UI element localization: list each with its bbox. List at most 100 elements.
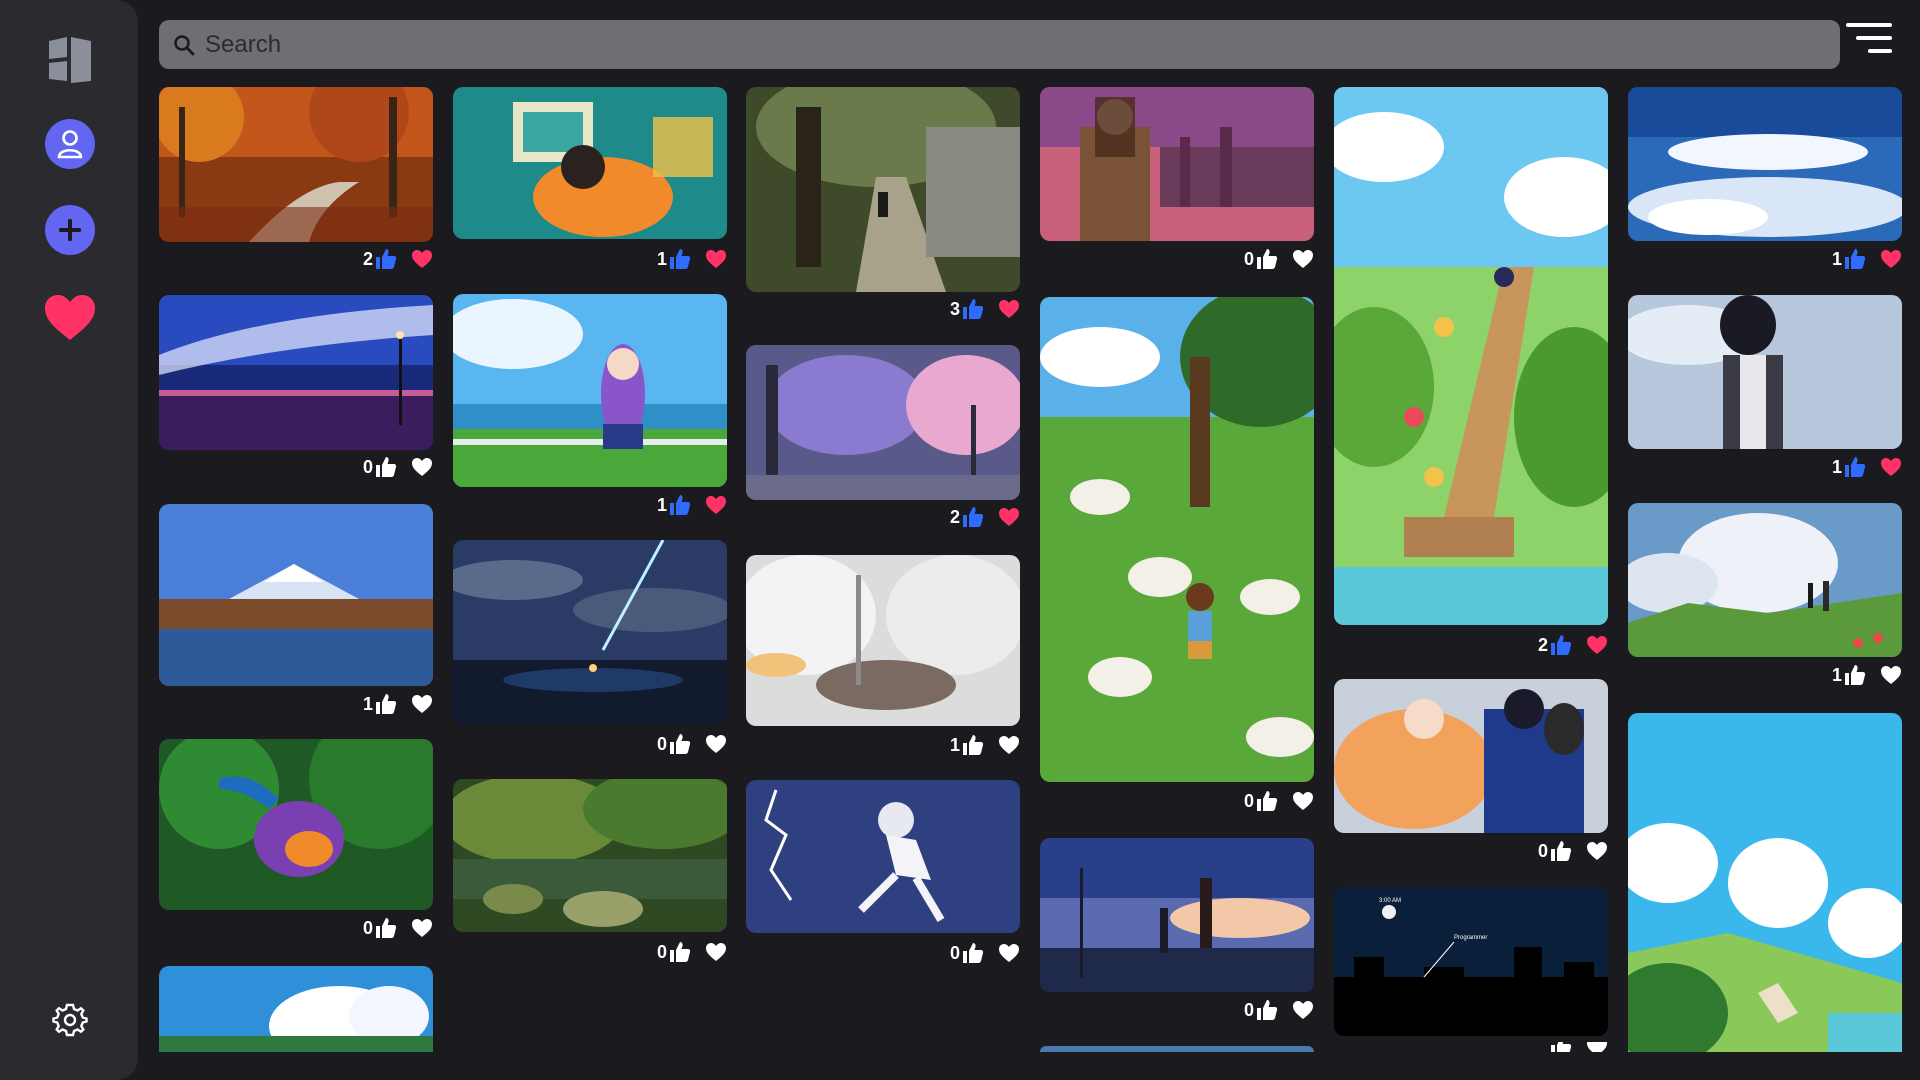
wallpaper-thumbnail[interactable] <box>1628 87 1902 241</box>
filter-menu-button[interactable] <box>1846 20 1892 56</box>
heart-icon[interactable] <box>1586 634 1608 656</box>
card-stats <box>1548 1042 1608 1052</box>
thumbs-up-icon[interactable] <box>669 733 691 755</box>
thumbs-up-icon[interactable] <box>1844 456 1866 478</box>
profile-button[interactable] <box>44 118 96 170</box>
wallpaper-thumbnail[interactable] <box>1040 297 1314 782</box>
search-bar <box>159 20 1840 69</box>
heart-icon[interactable] <box>998 734 1020 756</box>
wallpaper-thumbnail[interactable] <box>159 295 433 450</box>
heart-icon[interactable] <box>705 733 727 755</box>
thumbs-up-icon[interactable] <box>1550 840 1572 862</box>
heart-icon[interactable] <box>998 942 1020 964</box>
image-card: 0 <box>159 739 433 942</box>
thumbs-up-icon[interactable] <box>962 734 984 756</box>
wallpaper-thumbnail[interactable] <box>746 555 1020 726</box>
wallpaper-thumbnail[interactable] <box>453 540 727 725</box>
image-card: 3 <box>746 87 1020 321</box>
card-stats: 0 <box>1244 789 1314 813</box>
logo-icon[interactable] <box>44 34 96 86</box>
like-count: 0 <box>362 456 373 477</box>
wallpaper-thumbnail[interactable] <box>1334 679 1608 833</box>
wallpaper-thumbnail[interactable] <box>746 780 1020 933</box>
card-stats: 1 <box>657 493 727 517</box>
heart-icon[interactable] <box>1880 664 1902 686</box>
thumbs-up-icon[interactable] <box>962 298 984 320</box>
heart-icon[interactable] <box>1880 248 1902 270</box>
heart-icon[interactable] <box>1880 456 1902 478</box>
like-count: 0 <box>656 733 667 754</box>
heart-icon[interactable] <box>1292 999 1314 1021</box>
image-card: 1 <box>1628 503 1902 687</box>
heart-icon[interactable] <box>998 506 1020 528</box>
wallpaper-thumbnail[interactable] <box>1628 503 1902 657</box>
thumbs-up-icon[interactable] <box>669 941 691 963</box>
wallpaper-thumbnail[interactable] <box>746 345 1020 500</box>
heart-icon[interactable] <box>1292 790 1314 812</box>
favorites-button[interactable] <box>42 292 98 344</box>
thumbs-up-icon[interactable] <box>669 248 691 270</box>
thumbs-up-icon[interactable] <box>375 693 397 715</box>
thumbs-up-icon[interactable] <box>375 248 397 270</box>
wallpaper-thumbnail[interactable] <box>1628 713 1902 1052</box>
settings-button[interactable] <box>44 994 96 1046</box>
like-count: 1 <box>949 734 960 755</box>
wallpaper-thumbnail[interactable]: 3:00 AM Programmer <box>1334 887 1608 1036</box>
thumbs-up-icon[interactable] <box>375 456 397 478</box>
card-stats: 1 <box>1832 247 1902 271</box>
heart-icon[interactable] <box>411 693 433 715</box>
heart-icon[interactable] <box>1586 840 1608 862</box>
heart-icon[interactable] <box>998 298 1020 320</box>
thumbs-up-icon[interactable] <box>1550 634 1572 656</box>
thumbs-up-icon[interactable] <box>669 494 691 516</box>
wallpaper-thumbnail[interactable] <box>159 739 433 910</box>
image-card: 2 <box>159 87 433 271</box>
card-stats: 1 <box>950 733 1020 757</box>
heart-icon[interactable] <box>411 917 433 939</box>
wallpaper-thumbnail[interactable] <box>159 87 433 242</box>
card-stats: 1 <box>363 692 433 716</box>
card-stats: 2 <box>1538 633 1608 657</box>
thumbs-up-icon[interactable] <box>1256 999 1278 1021</box>
heart-icon[interactable] <box>411 248 433 270</box>
heart-icon[interactable] <box>1586 1042 1608 1052</box>
thumbs-up-icon[interactable] <box>375 917 397 939</box>
heart-icon[interactable] <box>705 248 727 270</box>
image-card: 2 <box>1334 87 1608 657</box>
heart-icon[interactable] <box>705 941 727 963</box>
wallpaper-thumbnail[interactable] <box>746 87 1020 292</box>
thumbs-up-icon[interactable] <box>1550 1042 1572 1052</box>
wallpaper-thumbnail[interactable] <box>1040 1046 1314 1052</box>
add-button[interactable] <box>44 204 96 256</box>
wallpaper-thumbnail[interactable] <box>1040 87 1314 241</box>
wallpaper-thumbnail[interactable] <box>159 966 433 1052</box>
wallpaper-thumbnail[interactable] <box>1334 87 1608 625</box>
image-card: 0 <box>1040 838 1314 1022</box>
thumbs-up-icon[interactable] <box>1256 248 1278 270</box>
wallpaper-thumbnail[interactable] <box>1628 295 1902 449</box>
like-count: 1 <box>656 248 667 269</box>
thumbs-up-icon[interactable] <box>1844 248 1866 270</box>
card-stats: 0 <box>657 732 727 756</box>
heart-icon[interactable] <box>1292 248 1314 270</box>
search-icon <box>173 34 195 56</box>
wallpaper-thumbnail[interactable] <box>453 87 727 239</box>
image-card: 1 <box>453 294 727 521</box>
thumbs-up-icon[interactable] <box>1844 664 1866 686</box>
wallpaper-thumbnail[interactable] <box>453 779 727 932</box>
thumbs-up-icon[interactable] <box>962 506 984 528</box>
like-count: 0 <box>362 917 373 938</box>
search-input[interactable] <box>195 23 1840 66</box>
wallpaper-thumbnail[interactable] <box>1040 838 1314 992</box>
like-count: 0 <box>656 941 667 962</box>
image-card: 0 <box>746 780 1020 965</box>
image-card: 0 <box>453 779 727 964</box>
thumbs-up-icon[interactable] <box>962 942 984 964</box>
thumbs-up-icon[interactable] <box>1256 790 1278 812</box>
wallpaper-thumbnail[interactable] <box>159 504 433 686</box>
card-stats: 0 <box>1538 839 1608 863</box>
wallpaper-thumbnail[interactable] <box>453 294 727 487</box>
card-stats: 0 <box>950 941 1020 965</box>
heart-icon[interactable] <box>411 456 433 478</box>
heart-icon[interactable] <box>705 494 727 516</box>
